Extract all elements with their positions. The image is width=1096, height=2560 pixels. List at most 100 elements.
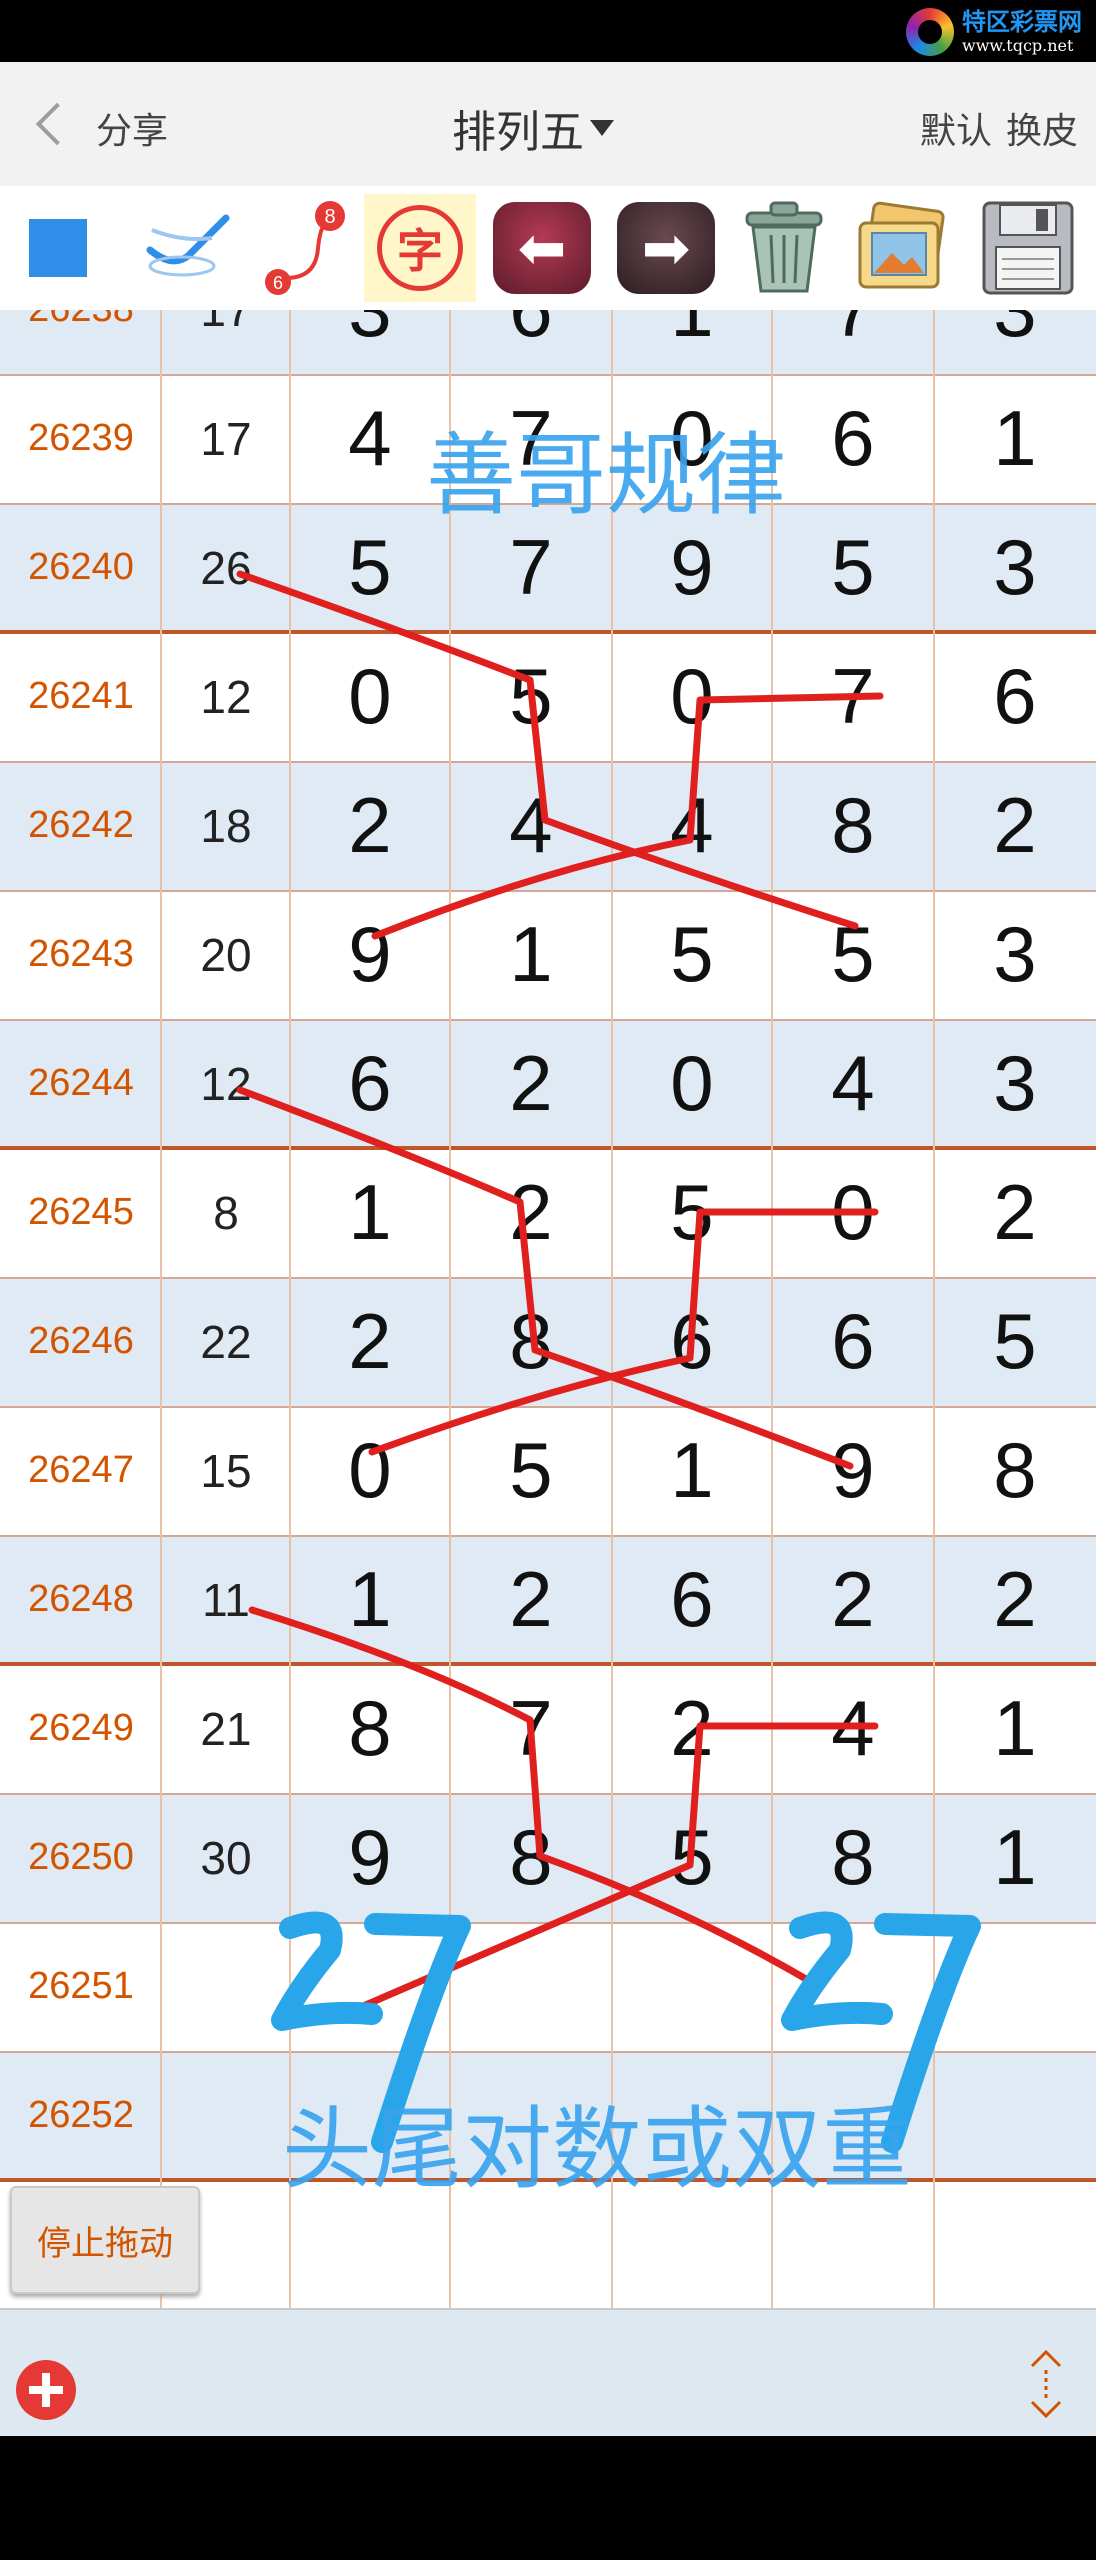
image-button[interactable] [846,194,958,302]
digit-5: 3 [993,910,1037,998]
table-row: 26246 22 2 8 6 6 5 [0,1277,1096,1406]
digit-1: 9 [348,1813,392,1901]
row-divider [0,761,1096,763]
digit-4: 2 [831,1555,875,1643]
digit-3: 2 [670,1684,714,1772]
color-picker-tool[interactable] [2,194,114,302]
row-divider [0,1922,1096,1924]
digit-2: 2 [509,1555,553,1643]
row-divider [0,2051,1096,2053]
digit-5 [934,2051,1096,2180]
sum-value: 20 [200,928,252,981]
sum-value: 15 [200,1444,252,1497]
digit-3: 4 [670,781,714,869]
change-skin-button[interactable]: 换皮 [1006,102,1078,154]
issue-number: 26244 [28,1062,134,1104]
issue-number: 26242 [28,804,134,846]
bottom-bar [0,2308,1096,2438]
digit-4: 0 [831,1168,875,1256]
table-row: 26249 21 8 7 2 4 1 [0,1664,1096,1793]
sum-value: 11 [202,1573,250,1626]
table-row: 26244 12 6 2 0 4 3 [0,1019,1096,1148]
sum-value: 12 [200,670,252,723]
column-divider [611,310,613,2308]
table-row: 26239 17 4 7 0 6 1 [0,374,1096,503]
digit-1 [290,1922,450,2051]
pen-check-icon [146,214,230,277]
table-row: 26245 8 1 2 5 0 2 [0,1148,1096,1277]
sum-value: 8 [213,1186,239,1239]
pen-tool[interactable] [134,194,246,302]
issue-number: 26239 [28,417,134,459]
redo-button[interactable]: ➡ [610,194,722,302]
page-title: 排列五 [452,107,584,158]
digit-2: 5 [509,1426,553,1514]
digit-3: 1 [612,310,772,374]
digit-5: 2 [993,1555,1037,1643]
digit-2: 4 [509,781,553,869]
digit-5: 5 [993,1297,1037,1385]
sum-value: 30 [200,1831,252,1884]
digit-5 [934,1922,1096,2051]
issue-number: 26246 [28,1320,134,1362]
digit-4: 8 [831,1813,875,1901]
row-divider [0,374,1096,376]
issue-number: 26247 [28,1449,134,1491]
default-button[interactable]: 默认 [920,102,992,154]
table-row: 26241 12 0 5 0 7 6 [0,632,1096,761]
table-row: 26252 [0,2051,1096,2180]
sum-value: 22 [200,1315,252,1368]
digit-2: 1 [509,910,553,998]
issue-number: 26243 [28,933,134,975]
digit-1: 1 [348,1168,392,1256]
app-header: 分享 排列五 默认 换皮 [0,62,1096,186]
digit-1: 1 [348,1555,392,1643]
status-bar: 特区彩票网 www.tqcp.net [0,0,1096,62]
line-tool[interactable]: 8 6 [248,194,360,302]
arrow-left-icon: ⬅ [493,202,591,294]
table-row: 26242 18 2 4 4 8 2 [0,761,1096,890]
issue-number: 26245 [28,1191,134,1233]
save-button[interactable] [972,194,1084,302]
lottery-type-dropdown[interactable]: 排列五 [452,96,614,160]
issue-number: 26251 [28,1965,134,2007]
system-nav-bar [0,2436,1096,2560]
digit-4 [772,1922,934,2051]
digit-2: 2 [509,1168,553,1256]
row-divider [0,1277,1096,1279]
pictures-icon [858,201,945,289]
undo-button[interactable]: ⬅ [486,194,598,302]
site-logo: 特区彩票网 www.tqcp.net [906,6,1082,58]
text-tool[interactable]: 字 [364,194,476,302]
table-row: 26248 11 1 2 6 2 2 [0,1535,1096,1664]
digit-4: 6 [831,394,875,482]
digit-3: 0 [670,652,714,740]
vertical-scroll-icon[interactable] [1024,2348,1068,2420]
back-button[interactable] [30,92,90,156]
digit-5: 2 [993,781,1037,869]
digit-3 [612,2051,772,2180]
clear-button[interactable] [728,194,840,302]
badge-eight: 8 [324,206,335,228]
drawing-toolbar: 8 6 字 ⬅ ➡ [0,186,1096,310]
group-divider [0,2178,1096,2182]
digit-5: 2 [993,1168,1037,1256]
stop-drag-button[interactable]: 停止拖动 [10,2186,200,2294]
digit-2 [450,1922,612,2051]
column-divider [289,310,291,2308]
digit-3: 0 [670,394,714,482]
group-divider [0,1146,1096,1150]
share-button[interactable]: 分享 [96,102,168,154]
row-divider [0,503,1096,505]
draw-results-table[interactable]: 26238 17 3 6 1 7 3 262391747061262402657… [0,310,1096,2308]
line-draw-icon: 8 6 [265,201,345,295]
sum-value: 12 [200,1057,252,1110]
table-row: 26250 30 9 8 5 8 1 [0,1793,1096,1922]
plus-circle-icon[interactable] [16,2360,76,2420]
digit-4: 8 [831,781,875,869]
digit-3: 5 [670,1813,714,1901]
row-divider [0,1793,1096,1795]
text-char-icon: 字 [377,205,463,291]
chevron-left-icon [35,102,79,146]
digit-4: 4 [831,1039,875,1127]
